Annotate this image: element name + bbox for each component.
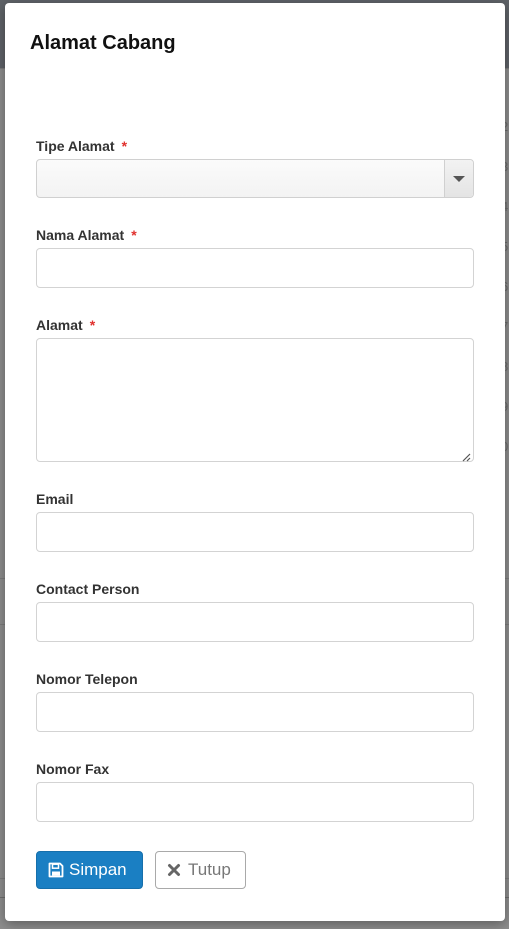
floppy-disk-icon bbox=[48, 862, 64, 878]
tutup-button[interactable]: Tutup bbox=[155, 851, 246, 889]
select-dropdown-button[interactable] bbox=[444, 160, 473, 197]
caret-down-icon bbox=[453, 176, 465, 182]
required-marker: * bbox=[131, 227, 137, 243]
required-marker: * bbox=[89, 317, 96, 333]
tipe-alamat-label: Tipe Alamat * bbox=[36, 137, 127, 155]
modal-title: Alamat Cabang bbox=[30, 32, 176, 54]
alamat-cabang-modal: Alamat Cabang Tipe Alamat * Nama Alamat * … bbox=[5, 3, 505, 921]
email-input[interactable] bbox=[36, 512, 474, 552]
nomor-telepon-label: Nomor Telepon bbox=[36, 670, 138, 688]
alamat-label-text: Alamat bbox=[36, 317, 83, 333]
simpan-button-label: Simpan bbox=[69, 860, 127, 879]
contact-person-label: Contact Person bbox=[36, 580, 139, 598]
nomor-telepon-input[interactable] bbox=[36, 692, 474, 732]
nomor-fax-label-text: Nomor Fax bbox=[36, 761, 110, 777]
alamat-textarea[interactable] bbox=[36, 338, 474, 462]
tipe-alamat-label-text: Tipe Alamat bbox=[36, 138, 115, 154]
alamat-label: Alamat * bbox=[36, 316, 95, 334]
close-x-icon bbox=[167, 862, 183, 878]
email-label-text: Email bbox=[36, 491, 74, 507]
tipe-alamat-select[interactable] bbox=[36, 159, 474, 198]
nomor-telepon-label-text: Nomor Telepon bbox=[36, 671, 138, 687]
resize-handle-icon[interactable] bbox=[461, 452, 471, 462]
contact-person-label-text: Contact Person bbox=[36, 581, 140, 597]
nomor-fax-label: Nomor Fax bbox=[36, 760, 109, 778]
nama-alamat-label-text: Nama Alamat bbox=[36, 227, 125, 243]
nomor-fax-input[interactable] bbox=[36, 782, 474, 822]
nama-alamat-input[interactable] bbox=[36, 248, 474, 288]
required-marker: * bbox=[121, 138, 128, 154]
nama-alamat-label: Nama Alamat * bbox=[36, 226, 137, 244]
tutup-button-label: Tutup bbox=[188, 860, 231, 879]
email-label: Email bbox=[36, 490, 73, 508]
simpan-button[interactable]: Simpan bbox=[36, 851, 143, 889]
contact-person-input[interactable] bbox=[36, 602, 474, 642]
